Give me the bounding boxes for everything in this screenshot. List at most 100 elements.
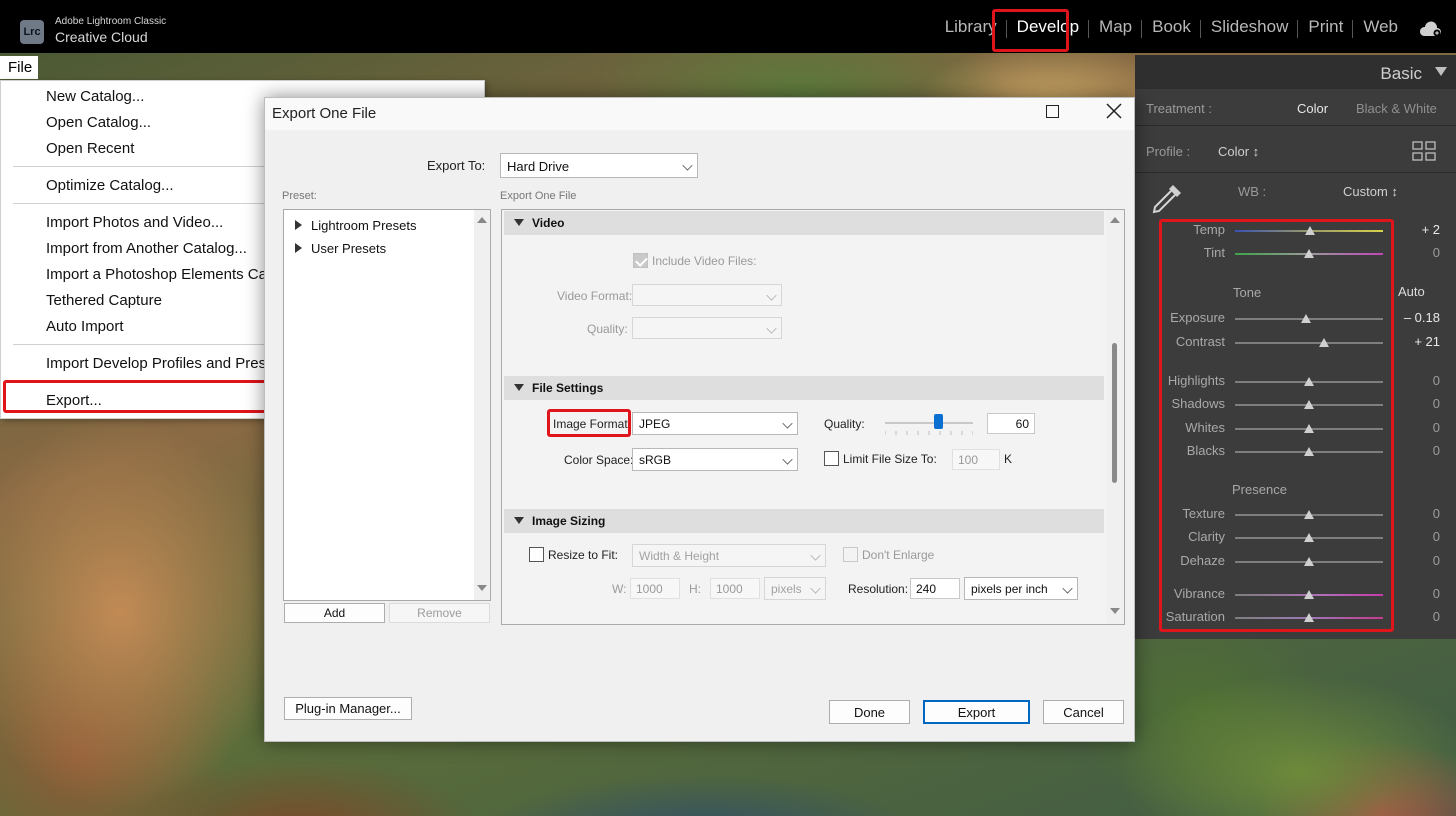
limit-file-size-checkbox[interactable] [824, 451, 839, 466]
basic-panel-header[interactable]: Basic [1135, 55, 1456, 89]
quality-input[interactable]: 60 [987, 413, 1035, 434]
add-preset-button[interactable]: Add [284, 603, 385, 623]
menu-item-import-photos[interactable]: Import Photos and Video... [46, 214, 223, 231]
slider-value[interactable]: 0 [1433, 506, 1440, 521]
module-print[interactable]: Print [1298, 17, 1354, 38]
slider-value[interactable]: 0 [1433, 373, 1440, 388]
maximize-icon[interactable] [1046, 105, 1059, 118]
divider [1135, 125, 1456, 126]
video-format-select[interactable] [632, 284, 782, 306]
export-button[interactable]: Export [923, 700, 1030, 724]
section-video-header[interactable]: Video [504, 211, 1104, 235]
lightroom-logo: Lrc [20, 20, 44, 44]
collapse-triangle-icon[interactable] [1435, 67, 1447, 76]
dialog-titlebar: Export One File [265, 98, 1134, 130]
video-format-label: Video Format: [557, 289, 633, 303]
treatment-color[interactable]: Color [1297, 101, 1328, 116]
slider-value[interactable]: + 21 [1414, 334, 1440, 349]
treatment-label: Treatment : [1146, 101, 1212, 116]
eyedropper-icon[interactable] [1149, 181, 1185, 217]
module-web[interactable]: Web [1353, 17, 1408, 37]
resize-to-fit-checkbox[interactable] [529, 547, 544, 562]
module-slideshow[interactable]: Slideshow [1201, 17, 1299, 38]
scroll-up-icon[interactable] [1110, 217, 1120, 223]
color-space-select[interactable]: sRGB [632, 448, 798, 471]
section-image-sizing-header[interactable]: Image Sizing [504, 509, 1104, 533]
preset-scrollbar[interactable] [474, 210, 490, 600]
slider-value[interactable]: – 0.18 [1404, 310, 1440, 325]
basic-panel-title: Basic [1380, 64, 1422, 83]
preset-folder-lightroom[interactable]: Lightroom Presets [295, 218, 417, 233]
image-format-select[interactable]: JPEG [632, 412, 798, 435]
wb-label: WB : [1238, 184, 1267, 199]
slider-value[interactable]: 0 [1433, 586, 1440, 601]
resolution-input[interactable]: 240 [910, 578, 960, 599]
export-highlight-box [3, 380, 293, 413]
export-to-select[interactable]: Hard Drive [500, 153, 698, 178]
file-menu-button[interactable]: File [0, 56, 38, 79]
close-icon[interactable] [1104, 101, 1124, 121]
menu-item-open-catalog[interactable]: Open Catalog... [46, 114, 151, 131]
resolution-units-select[interactable]: pixels per inch [964, 577, 1078, 600]
resize-mode-select[interactable]: Width & Height [632, 544, 826, 567]
menu-item-auto-import[interactable]: Auto Import [46, 318, 124, 335]
treatment-bw[interactable]: Black & White [1356, 101, 1437, 116]
slider-value[interactable]: 0 [1433, 609, 1440, 624]
profile-select[interactable]: Color ↕ [1218, 144, 1259, 159]
remove-preset-button[interactable]: Remove [389, 603, 490, 623]
cancel-button[interactable]: Cancel [1043, 700, 1124, 724]
chevron-down-icon [782, 418, 793, 429]
done-button[interactable]: Done [829, 700, 910, 724]
expand-triangle-icon[interactable] [295, 220, 302, 230]
export-to-label: Export To: [427, 158, 486, 173]
video-quality-select[interactable] [632, 317, 782, 339]
export-to-value: Hard Drive [507, 159, 570, 174]
slider-value[interactable]: 0 [1433, 245, 1440, 260]
slider-value[interactable]: 0 [1433, 529, 1440, 544]
slider-value[interactable]: 0 [1433, 553, 1440, 568]
wb-select[interactable]: Custom ↕ [1343, 184, 1398, 199]
limit-file-size-input[interactable]: 100 [952, 449, 1000, 470]
module-book[interactable]: Book [1142, 17, 1201, 38]
plugin-manager-button[interactable]: Plug-in Manager... [284, 697, 412, 720]
top-bar: Lrc Adobe Lightroom Classic Creative Clo… [0, 0, 1456, 53]
auto-tone-button[interactable]: Auto [1398, 284, 1425, 299]
scroll-up-icon[interactable] [477, 217, 487, 223]
include-video-checkbox[interactable] [633, 253, 648, 268]
image-format-highlight-box [547, 409, 631, 437]
menu-item-import-elements[interactable]: Import a Photoshop Elements Cat [46, 266, 271, 283]
preset-folder-user[interactable]: User Presets [295, 241, 386, 256]
scrollbar-thumb[interactable] [1112, 343, 1117, 483]
expand-triangle-icon[interactable] [295, 243, 302, 253]
profile-browser-grid-icon[interactable] [1412, 141, 1436, 161]
slider-value[interactable]: 0 [1433, 443, 1440, 458]
export-dialog: Export One File Export To: Hard Drive Pr… [264, 97, 1135, 742]
divider [1135, 172, 1456, 173]
dont-enlarge-checkbox[interactable] [843, 547, 858, 562]
scroll-down-icon[interactable] [477, 585, 487, 591]
cloud-sync-icon[interactable] [1418, 21, 1442, 37]
scroll-down-icon[interactable] [1110, 608, 1120, 614]
quality-slider-thumb[interactable] [933, 414, 943, 429]
chevron-down-icon [810, 550, 821, 561]
slider-value[interactable]: + 2 [1422, 222, 1440, 237]
brand: Adobe Lightroom Classic Creative Cloud [55, 17, 166, 45]
width-input[interactable]: 1000 [630, 578, 680, 599]
menu-item-import-profiles[interactable]: Import Develop Profiles and Pres [46, 355, 266, 372]
slider-value[interactable]: 0 [1433, 420, 1440, 435]
module-map[interactable]: Map [1089, 17, 1143, 38]
color-space-value: sRGB [639, 453, 672, 467]
menu-item-import-catalog[interactable]: Import from Another Catalog... [46, 240, 247, 257]
size-units-select[interactable]: pixels [764, 577, 826, 600]
preset-list[interactable]: Lightroom Presets User Presets [283, 209, 491, 601]
menu-item-tethered-capture[interactable]: Tethered Capture [46, 292, 162, 309]
quality-slider-track[interactable] [885, 422, 973, 424]
height-input[interactable]: 1000 [710, 578, 760, 599]
section-file-settings-header[interactable]: File Settings [504, 376, 1104, 400]
chevron-down-icon [1062, 583, 1073, 594]
settings-scrollbar[interactable] [1106, 210, 1124, 624]
menu-item-open-recent[interactable]: Open Recent [46, 140, 134, 157]
menu-item-optimize-catalog[interactable]: Optimize Catalog... [46, 177, 174, 194]
slider-value[interactable]: 0 [1433, 396, 1440, 411]
menu-item-new-catalog[interactable]: New Catalog... [46, 88, 144, 105]
